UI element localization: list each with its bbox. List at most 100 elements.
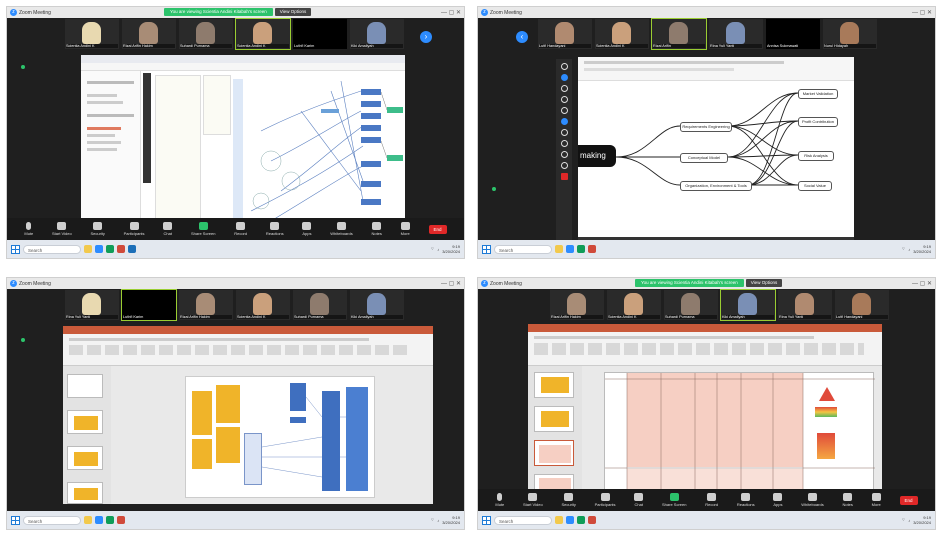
windows-start-icon[interactable]: [482, 244, 491, 254]
whiteboards-button[interactable]: Whiteboards: [330, 222, 353, 236]
share-screen-button[interactable]: Share Screen: [662, 493, 686, 507]
taskbar-search[interactable]: Search: [23, 244, 81, 254]
zoom-app-icon[interactable]: [566, 245, 574, 253]
participant-tile[interactable]: Lutfi Handayani: [835, 290, 889, 320]
volume-icon[interactable]: ♪: [437, 247, 439, 252]
end-button[interactable]: End: [428, 224, 447, 234]
participant-tile[interactable]: Scientia Andini K: [235, 18, 291, 50]
chrome-icon[interactable]: [106, 516, 114, 524]
participant-tile[interactable]: Scientia Andini K: [236, 290, 290, 320]
end-button[interactable]: End: [899, 495, 918, 505]
powerpoint-icon[interactable]: [588, 516, 596, 524]
windows-start-icon[interactable]: [11, 515, 20, 525]
chrome-icon[interactable]: [106, 245, 114, 253]
participant-tile[interactable]: Suhardi Purnama: [293, 290, 347, 320]
security-button[interactable]: Security: [90, 222, 105, 236]
pointer-icon[interactable]: [560, 63, 568, 70]
taskbar-search[interactable]: Search: [494, 515, 552, 525]
previous-page-icon[interactable]: ‹: [516, 31, 528, 43]
participant-tile[interactable]: Annisa Sukmawati: [766, 19, 820, 49]
more-button[interactable]: More: [872, 493, 881, 507]
mute-button[interactable]: Mute: [495, 493, 504, 507]
view-options-button[interactable]: View Options: [745, 279, 783, 287]
participant-tile[interactable]: Rizal Arifin Hakim: [179, 290, 233, 320]
slide-thumbnail[interactable]: [67, 374, 103, 398]
windows-start-icon[interactable]: [11, 244, 20, 254]
share-screen-button[interactable]: Share Screen: [191, 222, 215, 236]
powerpoint-icon[interactable]: [117, 516, 125, 524]
next-page-icon[interactable]: ›: [420, 31, 432, 43]
participant-tile[interactable]: Lutfi Handayani: [538, 19, 592, 49]
undo-icon[interactable]: [560, 96, 568, 103]
zoom-app-icon[interactable]: [566, 516, 574, 524]
zoom-app-icon[interactable]: [95, 245, 103, 253]
start-video-button[interactable]: Start Video: [523, 493, 543, 507]
participant-tile[interactable]: Scientia Andini K: [65, 19, 119, 49]
wifi-icon[interactable]: ⌔: [901, 246, 905, 252]
participants-button[interactable]: Participants: [124, 222, 145, 236]
pen-icon[interactable]: [560, 74, 568, 81]
window-controls[interactable]: — ▢ ✕: [912, 280, 932, 287]
more-button[interactable]: More: [401, 222, 410, 236]
view-options-button[interactable]: View Options: [274, 8, 312, 16]
file-explorer-icon[interactable]: [555, 245, 563, 253]
participant-tile[interactable]: Kiki Amaliyah: [350, 19, 404, 49]
taskbar-search[interactable]: Search: [23, 515, 81, 525]
notes-button[interactable]: Notes: [842, 493, 853, 507]
drawing-toolbar[interactable]: [143, 73, 151, 183]
volume-icon[interactable]: ♪: [908, 247, 910, 252]
file-explorer-icon[interactable]: [84, 516, 92, 524]
wifi-icon[interactable]: ⌔: [430, 246, 434, 252]
apps-button[interactable]: Apps: [773, 493, 783, 507]
participant-tile[interactable]: Suhardi Purnama: [179, 19, 233, 49]
wifi-icon[interactable]: ⌔: [901, 517, 905, 523]
clear-icon[interactable]: [560, 140, 568, 147]
participant-tile[interactable]: Rizal Arifin Hakim: [550, 290, 604, 320]
slide-thumbnail[interactable]: [534, 406, 574, 432]
participant-tile[interactable]: Rina Yuli Yanti: [778, 290, 832, 320]
file-explorer-icon[interactable]: [84, 245, 92, 253]
file-explorer-icon[interactable]: [555, 516, 563, 524]
check-icon[interactable]: [560, 85, 568, 92]
slide-thumbnail[interactable]: [534, 372, 574, 398]
close-annotation-icon[interactable]: [560, 173, 568, 180]
chrome-icon[interactable]: [577, 516, 585, 524]
participant-tile[interactable]: Rina Yuli Yanti: [65, 290, 119, 320]
redo-icon[interactable]: [560, 129, 568, 136]
powerpoint-icon[interactable]: [588, 245, 596, 253]
slide-thumbnail[interactable]: [534, 440, 574, 466]
start-video-button[interactable]: Start Video: [52, 222, 72, 236]
participant-tile[interactable]: Suhardi Purnama: [664, 290, 718, 320]
participant-tile[interactable]: Nurul Hidayah: [823, 19, 877, 49]
powerpoint-icon[interactable]: [117, 245, 125, 253]
participant-tile[interactable]: Scientia Andini K: [607, 290, 661, 320]
save-icon[interactable]: [560, 151, 568, 158]
windows-start-icon[interactable]: [482, 515, 491, 525]
reactions-button[interactable]: Reactions: [266, 222, 284, 236]
slide-thumbnail[interactable]: [67, 446, 103, 470]
word-icon[interactable]: [128, 245, 136, 253]
participant-tile[interactable]: Luthfi Karim: [293, 19, 347, 49]
eraser-icon[interactable]: [560, 107, 568, 114]
chat-button[interactable]: Chat: [634, 493, 644, 507]
window-controls[interactable]: — ▢ ✕: [441, 280, 461, 287]
participant-tile[interactable]: Kiki Amaliyah: [720, 289, 776, 321]
notes-button[interactable]: Notes: [371, 222, 382, 236]
participants-button[interactable]: Participants: [595, 493, 616, 507]
volume-icon[interactable]: ♪: [437, 518, 439, 523]
taskbar-search[interactable]: Search: [494, 244, 552, 254]
wifi-icon[interactable]: ⌔: [430, 517, 434, 523]
apps-button[interactable]: Apps: [302, 222, 312, 236]
participant-tile[interactable]: Scientia Andini K: [595, 19, 649, 49]
window-controls[interactable]: — ▢ ✕: [441, 9, 461, 16]
zoom-app-icon[interactable]: [95, 516, 103, 524]
slide-thumbnail[interactable]: [67, 482, 103, 504]
slide-thumbnail[interactable]: [67, 410, 103, 434]
color-icon[interactable]: [560, 118, 568, 125]
participant-tile[interactable]: Rina Yuli Yanti: [709, 19, 763, 49]
window-controls[interactable]: — ▢ ✕: [912, 9, 932, 16]
whiteboards-button[interactable]: Whiteboards: [801, 493, 824, 507]
more-icon[interactable]: [560, 162, 568, 169]
chrome-icon[interactable]: [577, 245, 585, 253]
record-button[interactable]: Record: [705, 493, 718, 507]
